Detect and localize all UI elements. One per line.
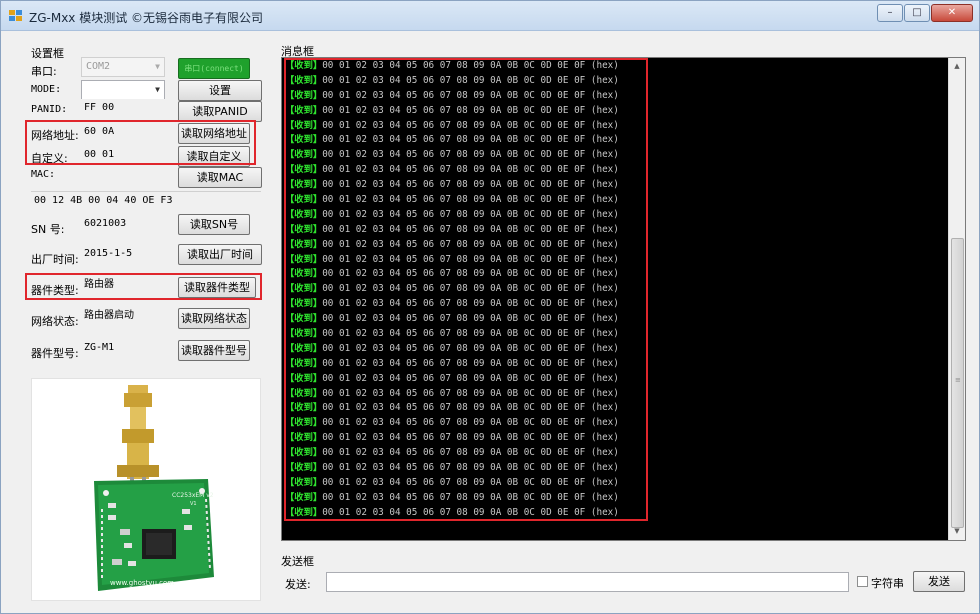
zigbee-module-illustration: CC253xEM v2 V1 www.ghostyu.com (94, 385, 214, 591)
model-label: 器件型号: (31, 347, 79, 360)
vertical-scrollbar[interactable]: ▲ ≡ ▼ (948, 58, 965, 540)
send-group-title: 发送框 (281, 555, 314, 568)
send-label: 发送: (285, 578, 311, 591)
chevron-down-icon: ▼ (155, 62, 160, 71)
netstate-value: 路由器启动 (79, 307, 165, 326)
port-label: 串口: (31, 65, 57, 78)
mode-label: MODE: (31, 84, 62, 95)
title-bar[interactable]: ZG-Mxx 模块测试 ©无锡谷雨电子有限公司 – □ ✕ (1, 1, 979, 31)
factory-label: 出厂时间: (31, 253, 79, 266)
send-input[interactable] (326, 572, 849, 592)
connect-button[interactable]: 串口(connect) (178, 58, 250, 79)
scroll-up-icon[interactable]: ▲ (949, 58, 965, 75)
mac-label: MAC: (31, 169, 56, 180)
string-mode-label: 字符串 (871, 577, 904, 590)
read-sn-button[interactable]: 读取SN号 (178, 214, 250, 235)
board-label: CC253xEM v2 (172, 492, 214, 499)
grip-icon: ≡ (955, 376, 961, 384)
netstate-label: 网络状态: (31, 315, 79, 328)
close-icon[interactable]: ✕ (931, 4, 973, 22)
port-select[interactable]: COM2 ▼ (81, 57, 165, 77)
read-mac-button[interactable]: 读取MAC (178, 167, 262, 188)
app-window: ZG-Mxx 模块测试 ©无锡谷雨电子有限公司 – □ ✕ 设置框 串口: CO… (0, 0, 980, 614)
scroll-down-icon[interactable]: ▼ (949, 523, 965, 540)
panid-label: PANID: (31, 104, 68, 115)
minimize-icon[interactable]: – (877, 4, 903, 22)
window-title: ZG-Mxx 模块测试 ©无锡谷雨电子有限公司 (29, 11, 264, 25)
read-netstate-button[interactable]: 读取网络状态 (178, 308, 250, 329)
port-select-value: COM2 (86, 61, 111, 72)
board-site: www.ghostyu.com (110, 579, 174, 587)
highlight-devtype (25, 273, 262, 300)
string-mode-checkbox[interactable] (857, 576, 868, 587)
sn-value: 6021003 (79, 215, 165, 234)
maximize-icon[interactable]: □ (904, 4, 930, 22)
settings-group-title: 设置框 (31, 47, 64, 60)
send-button[interactable]: 发送 (913, 571, 965, 592)
window-controls: – □ ✕ (876, 4, 973, 22)
sn-label: SN 号: (31, 223, 65, 236)
scroll-thumb[interactable]: ≡ (951, 238, 964, 528)
read-factory-button[interactable]: 读取出厂时间 (178, 244, 262, 265)
app-icon (9, 10, 22, 21)
panid-value: FF 00 (79, 99, 165, 118)
chevron-down-icon: ▼ (155, 85, 160, 94)
factory-value: 2015-1-5 (79, 245, 165, 264)
board-version: V1 (190, 501, 197, 507)
read-model-button[interactable]: 读取器件型号 (178, 340, 250, 361)
highlight-netaddr-custom (25, 120, 256, 165)
mac-value: 00 12 4B 00 04 40 OE F3 (29, 192, 239, 211)
read-panid-button[interactable]: 读取PANID (178, 101, 262, 122)
mode-set-button[interactable]: 设置 (178, 80, 262, 101)
model-value: ZG-M1 (79, 339, 165, 358)
module-photo: CC253xEM v2 V1 www.ghostyu.com (31, 378, 261, 601)
highlight-received-messages (284, 58, 648, 521)
mode-select[interactable]: ▼ (81, 80, 165, 100)
